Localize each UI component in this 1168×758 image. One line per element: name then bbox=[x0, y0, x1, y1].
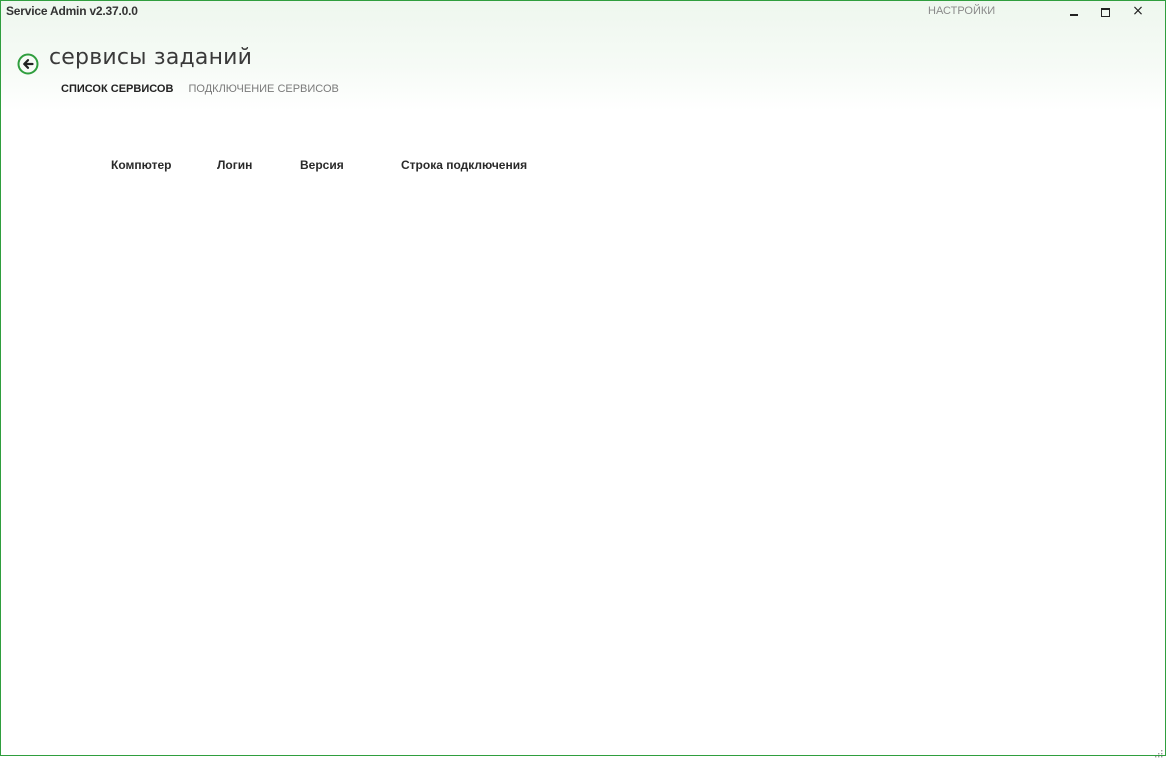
minimize-icon bbox=[1070, 14, 1078, 16]
back-button[interactable] bbox=[17, 53, 39, 75]
tab-service-connection[interactable]: ПОДКЛЮЧЕНИЕ СЕРВИСОВ bbox=[188, 83, 338, 95]
resize-grip-icon[interactable] bbox=[1153, 743, 1163, 758]
settings-link[interactable]: НАСТРОЙКИ bbox=[928, 5, 995, 17]
page-title: сервисы заданий bbox=[49, 45, 253, 70]
close-icon: × bbox=[1132, 3, 1144, 19]
title-bar[interactable]: Service Admin v2.37.0.0 НАСТРОЙКИ × bbox=[1, 1, 1165, 23]
tab-service-list[interactable]: СПИСОК СЕРВИСОВ bbox=[61, 83, 173, 95]
arrow-left-circle-icon bbox=[17, 53, 39, 75]
maximize-icon bbox=[1101, 8, 1110, 17]
tab-bar: СПИСОК СЕРВИСОВ ПОДКЛЮЧЕНИЕ СЕРВИСОВ bbox=[61, 83, 339, 99]
column-header-connection-string[interactable]: Строка подключения bbox=[401, 158, 527, 172]
minimize-button[interactable] bbox=[1061, 1, 1087, 23]
app-window: Service Admin v2.37.0.0 НАСТРОЙКИ × серв… bbox=[0, 0, 1166, 758]
services-grid-body[interactable] bbox=[1, 181, 1165, 741]
close-button[interactable]: × bbox=[1125, 1, 1151, 23]
column-header-login[interactable]: Логин bbox=[217, 158, 252, 172]
column-header-computer[interactable]: Компютер bbox=[111, 158, 171, 172]
app-title: Service Admin v2.37.0.0 bbox=[6, 4, 138, 18]
grid-header: Компютер Логин Версия Строка подключения bbox=[1, 158, 1165, 178]
column-header-version[interactable]: Версия bbox=[300, 158, 344, 172]
maximize-button[interactable] bbox=[1093, 1, 1119, 23]
